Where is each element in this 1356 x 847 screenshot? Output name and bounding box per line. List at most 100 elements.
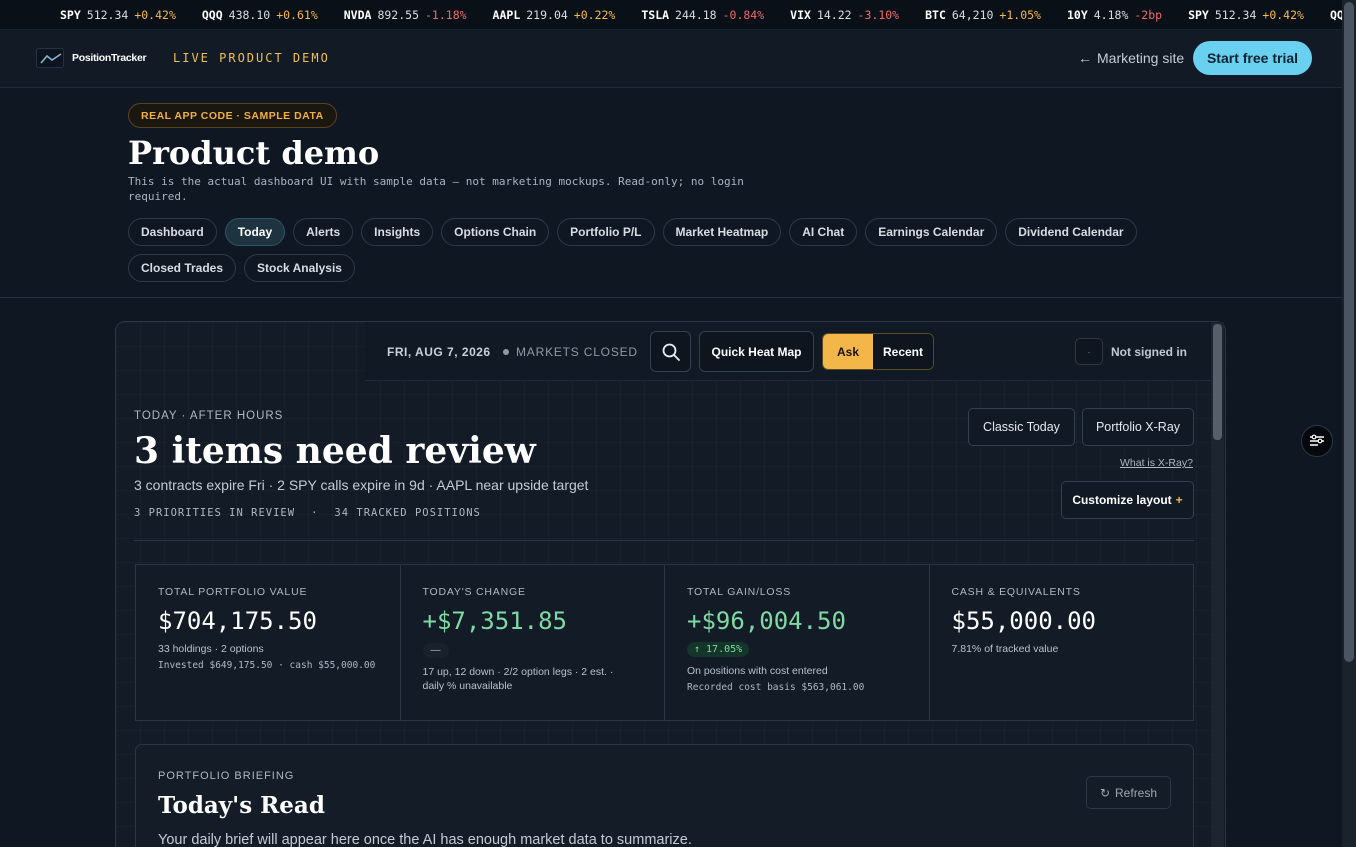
floating-settings-button[interactable] (1301, 425, 1333, 457)
ticker-change: -1.18% (425, 8, 467, 22)
tab-options-chain[interactable]: Options Chain (441, 218, 550, 246)
refresh-icon: ↻ (1099, 785, 1111, 800)
ticker-price: 892.55 (377, 8, 419, 22)
tab-portfolio-p-l[interactable]: Portfolio P/L (557, 218, 655, 246)
tab-dashboard[interactable]: Dashboard (128, 218, 217, 246)
ticker-change: -0.84% (722, 8, 765, 22)
customize-layout-button[interactable]: Customize layout + (1061, 481, 1194, 519)
page-subtitle: This is the actual dashboard UI with sam… (128, 175, 744, 203)
sliders-icon (1310, 434, 1324, 446)
search-button[interactable] (650, 331, 691, 372)
metric-total-gain-loss: TOTAL GAIN/LOSS +$96,004.50 ↑ 17.05% On … (665, 565, 930, 720)
refresh-button[interactable]: ↻ Refresh (1086, 776, 1171, 809)
status-dot-icon (503, 349, 509, 355)
marketing-site-link[interactable]: ← Marketing site (1078, 50, 1184, 66)
tab-closed-trades[interactable]: Closed Trades (128, 254, 237, 282)
review-meta: 3 PRIORITIES IN REVIEW · 34 TRACKED POSI… (134, 507, 481, 519)
metric-value: +$7,351.85 (422, 607, 568, 635)
tab-dividend-calendar[interactable]: Dividend Calendar (1005, 218, 1137, 246)
customize-layout-label: Customize layout (1072, 493, 1172, 507)
portfolio-xray-button[interactable]: Portfolio X-Ray (1082, 408, 1194, 446)
market-status: MARKETS CLOSED (503, 345, 638, 359)
ticker-symbol: SPY (60, 8, 81, 22)
metric-detail: 17 up, 12 down · 2/2 option legs · 2 est… (422, 666, 614, 692)
ticker-item: VIX 14.22 -3.10% (790, 8, 899, 22)
user-avatar[interactable]: · (1075, 338, 1103, 365)
ticker-symbol: VIX (790, 8, 811, 22)
start-free-trial-button[interactable]: Start free trial (1193, 41, 1312, 75)
top-nav: PositionTracker LIVE PRODUCT DEMO ← Mark… (0, 30, 1342, 88)
logo[interactable]: PositionTracker (36, 48, 147, 68)
tab-alerts[interactable]: Alerts (293, 218, 354, 246)
priorities-count: 3 PRIORITIES IN REVIEW (134, 507, 296, 519)
ask-button[interactable]: Ask (823, 334, 873, 369)
classic-today-button[interactable]: Classic Today (968, 408, 1075, 446)
recent-button[interactable]: Recent (873, 334, 933, 369)
metric-label: CASH & EQUIVALENTS (951, 586, 1081, 598)
ticker-symbol: QQQ (201, 8, 223, 22)
ticker-price: 14.22 (816, 8, 852, 22)
arrow-left-icon: ← (1078, 50, 1092, 66)
briefing-title: Today's Read (158, 792, 325, 819)
tab-today[interactable]: Today (224, 218, 286, 246)
ask-recent-toggle: Ask Recent (822, 333, 934, 370)
ticker-symbol: BTC (925, 8, 946, 22)
change-percent-chip: — (422, 643, 449, 658)
gain-percent-chip: ↑ 17.05% (687, 642, 750, 657)
ticker-change: +0.42% (1262, 8, 1304, 22)
metric-label: TOTAL GAIN/LOSS (687, 586, 791, 598)
ticker-item: BTC 64,210 +1.05% (925, 8, 1041, 22)
live-demo-label: LIVE PRODUCT DEMO (173, 51, 330, 65)
ticker-change: -3.10% (857, 8, 900, 22)
ticker-item: TSLA 244.18 -0.84% (641, 8, 764, 22)
ticker-price: 512.34 (86, 8, 129, 22)
plus-icon: + (1175, 493, 1183, 507)
sign-in-status[interactable]: Not signed in (1111, 345, 1187, 359)
tab-ai-chat[interactable]: AI Chat (789, 218, 858, 246)
logo-chart-icon (36, 48, 64, 68)
ticker-item: NVDA 892.55 -1.18% (344, 8, 467, 22)
metric-cash-equivalents: CASH & EQUIVALENTS $55,000.00 7.81% of t… (930, 565, 1194, 720)
ticker-price: 64,210 (951, 8, 994, 22)
ticker-item: 10Y 4.18% -2bp (1067, 8, 1162, 22)
meta-separator: · (311, 507, 319, 519)
portfolio-briefing-card: PORTFOLIO BRIEFING Today's Read Your dai… (135, 744, 1194, 847)
ticker-symbol: SPY (1188, 8, 1209, 22)
today-label: TODAY · AFTER HOURS (134, 410, 284, 422)
review-subtitle: 3 contracts expire Fri · 2 SPY calls exp… (134, 477, 589, 493)
ticker-item: QQQ 438.10 +0.61% (202, 8, 318, 22)
quick-heat-map-button[interactable]: Quick Heat Map (699, 331, 814, 372)
demo-tabs: Dashboard Today Alerts Insights Options Chai… (128, 218, 1228, 282)
metric-subdetail: Invested $649,175.50 · cash $55,000.00 (158, 660, 376, 671)
metric-total-portfolio-value: TOTAL PORTFOLIO VALUE $704,175.50 33 hol… (136, 565, 401, 720)
ticker-item: AAPL 219.04 +0.22% (493, 8, 616, 22)
current-date: FRI, AUG 7, 2026 (387, 345, 491, 359)
metric-detail: On positions with cost entered (687, 665, 828, 677)
ticker-price: 438.10 (228, 8, 271, 22)
briefing-label: PORTFOLIO BRIEFING (158, 770, 295, 782)
ticker-item: SPY 512.34 +0.42% (60, 8, 176, 22)
metric-value: $704,175.50 (158, 607, 317, 635)
tab-insights[interactable]: Insights (361, 218, 434, 246)
ticker-item: SPY 512.34 +0.42% (1188, 8, 1304, 22)
page-title: Product demo (128, 134, 380, 172)
ticker-change: -2bp (1134, 8, 1163, 22)
ticker-item: QQQ4 (1330, 8, 1342, 22)
page-scrollbar-thumb[interactable] (1344, 2, 1354, 662)
ticker-change: +0.22% (573, 8, 616, 22)
refresh-label: Refresh (1115, 785, 1158, 800)
tab-earnings-calendar[interactable]: Earnings Calendar (865, 218, 998, 246)
marketing-site-label: Marketing site (1097, 50, 1185, 66)
tab-market-heatmap[interactable]: Market Heatmap (662, 218, 782, 246)
ticker-symbol: NVDA (343, 8, 372, 22)
ticker-change: +0.61% (276, 8, 318, 22)
panel-scrollbar-thumb[interactable] (1213, 324, 1222, 440)
ticker-symbol: AAPL (492, 8, 521, 22)
tab-stock-analysis[interactable]: Stock Analysis (244, 254, 355, 282)
metric-label: TOTAL PORTFOLIO VALUE (158, 586, 308, 598)
what-is-xray-link[interactable]: What is X-Ray? (1120, 457, 1193, 469)
logo-text: PositionTracker (72, 52, 147, 64)
metric-value: +$96,004.50 (687, 607, 846, 635)
metric-subdetail: Recorded cost basis $563,061.00 (687, 682, 865, 693)
ticker-track: SPY 512.34 +0.42% QQQ 438.10 +0.61% NVDA 892.55… (60, 8, 1342, 22)
